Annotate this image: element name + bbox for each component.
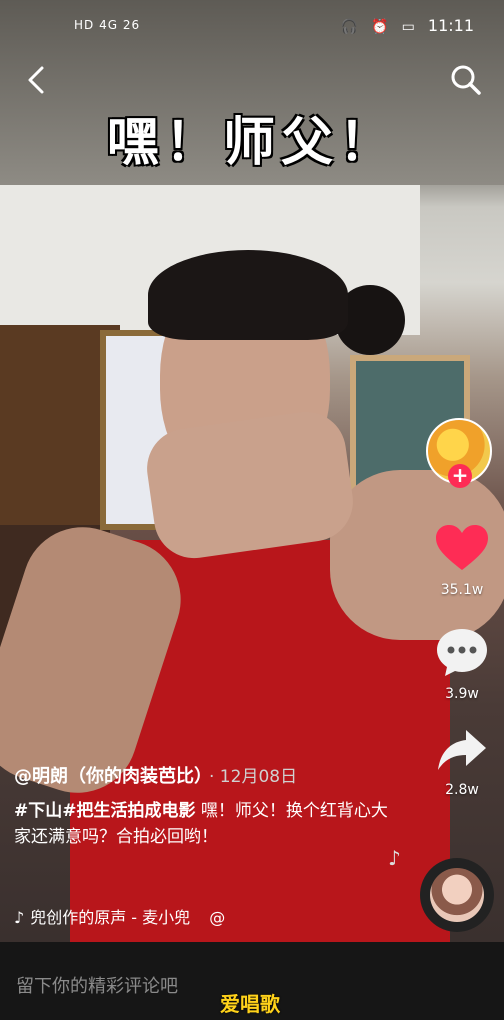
like-button[interactable]: 35.1w [430, 524, 494, 598]
author-name[interactable]: @明朗（你的肉装芭比） [14, 766, 203, 787]
music-disc[interactable] [420, 858, 494, 932]
music-disc-cover [430, 868, 484, 922]
share-arrow-icon [438, 730, 486, 770]
hashtag-xiashan[interactable]: #下山 [14, 801, 62, 821]
share-button[interactable]: 2.8w [430, 726, 494, 798]
tiktok-note-icon: ♪ [14, 908, 25, 927]
video-caption: 嘿！师父！ [106, 113, 397, 173]
music-title[interactable]: 兜创作的原声 - 麦小兜 [30, 908, 190, 927]
comment-bubble-icon [437, 629, 487, 676]
hashtag-life-movie[interactable]: #把生活拍成电影 [62, 801, 195, 821]
chevron-left-icon [28, 66, 44, 94]
back-button[interactable] [20, 60, 56, 100]
comment-input[interactable]: 留下你的精彩评论吧 [16, 972, 178, 998]
scene-hair [148, 250, 348, 340]
alarm-icon: ⏰ [371, 19, 389, 35]
share-count: 2.8w [445, 782, 479, 798]
network-indicators: HD 4G 26 [74, 18, 141, 32]
post-date: · 12月08日 [209, 767, 298, 787]
comment-button[interactable]: 3.9w [430, 626, 494, 702]
post-info: @明朗（你的肉装芭比） · 12月08日 #下山#把生活拍成电影 嘿！师父！换个红… [14, 762, 394, 850]
headphone-icon: 🎧 [340, 19, 358, 35]
clock-time: 11:11 [427, 16, 474, 35]
music-line[interactable]: ♪ 兜创作的原声 - 麦小兜 @ [14, 904, 225, 928]
watermark: 爱唱歌 [220, 992, 280, 1016]
follow-button[interactable]: + [448, 464, 472, 488]
battery-icon: ▭ [401, 19, 415, 35]
author-line: @明朗（你的肉装芭比） · 12月08日 [14, 762, 394, 788]
search-icon [451, 65, 481, 95]
creator-avatar[interactable]: + [426, 418, 496, 488]
post-description: #下山#把生活拍成电影 嘿！师父！换个红背心大家还满意吗？合拍必回哟！ [14, 798, 394, 850]
search-button[interactable] [448, 62, 484, 98]
heart-icon [436, 525, 488, 570]
like-count: 35.1w [440, 582, 484, 598]
comment-count: 3.9w [445, 686, 479, 702]
status-bar: HD 4G 26 🎧 ⏰ ▭ 11:11 [0, 0, 504, 58]
status-right: 🎧 ⏰ ▭ 11:11 [341, 16, 475, 35]
music-mention: @ [209, 908, 226, 927]
